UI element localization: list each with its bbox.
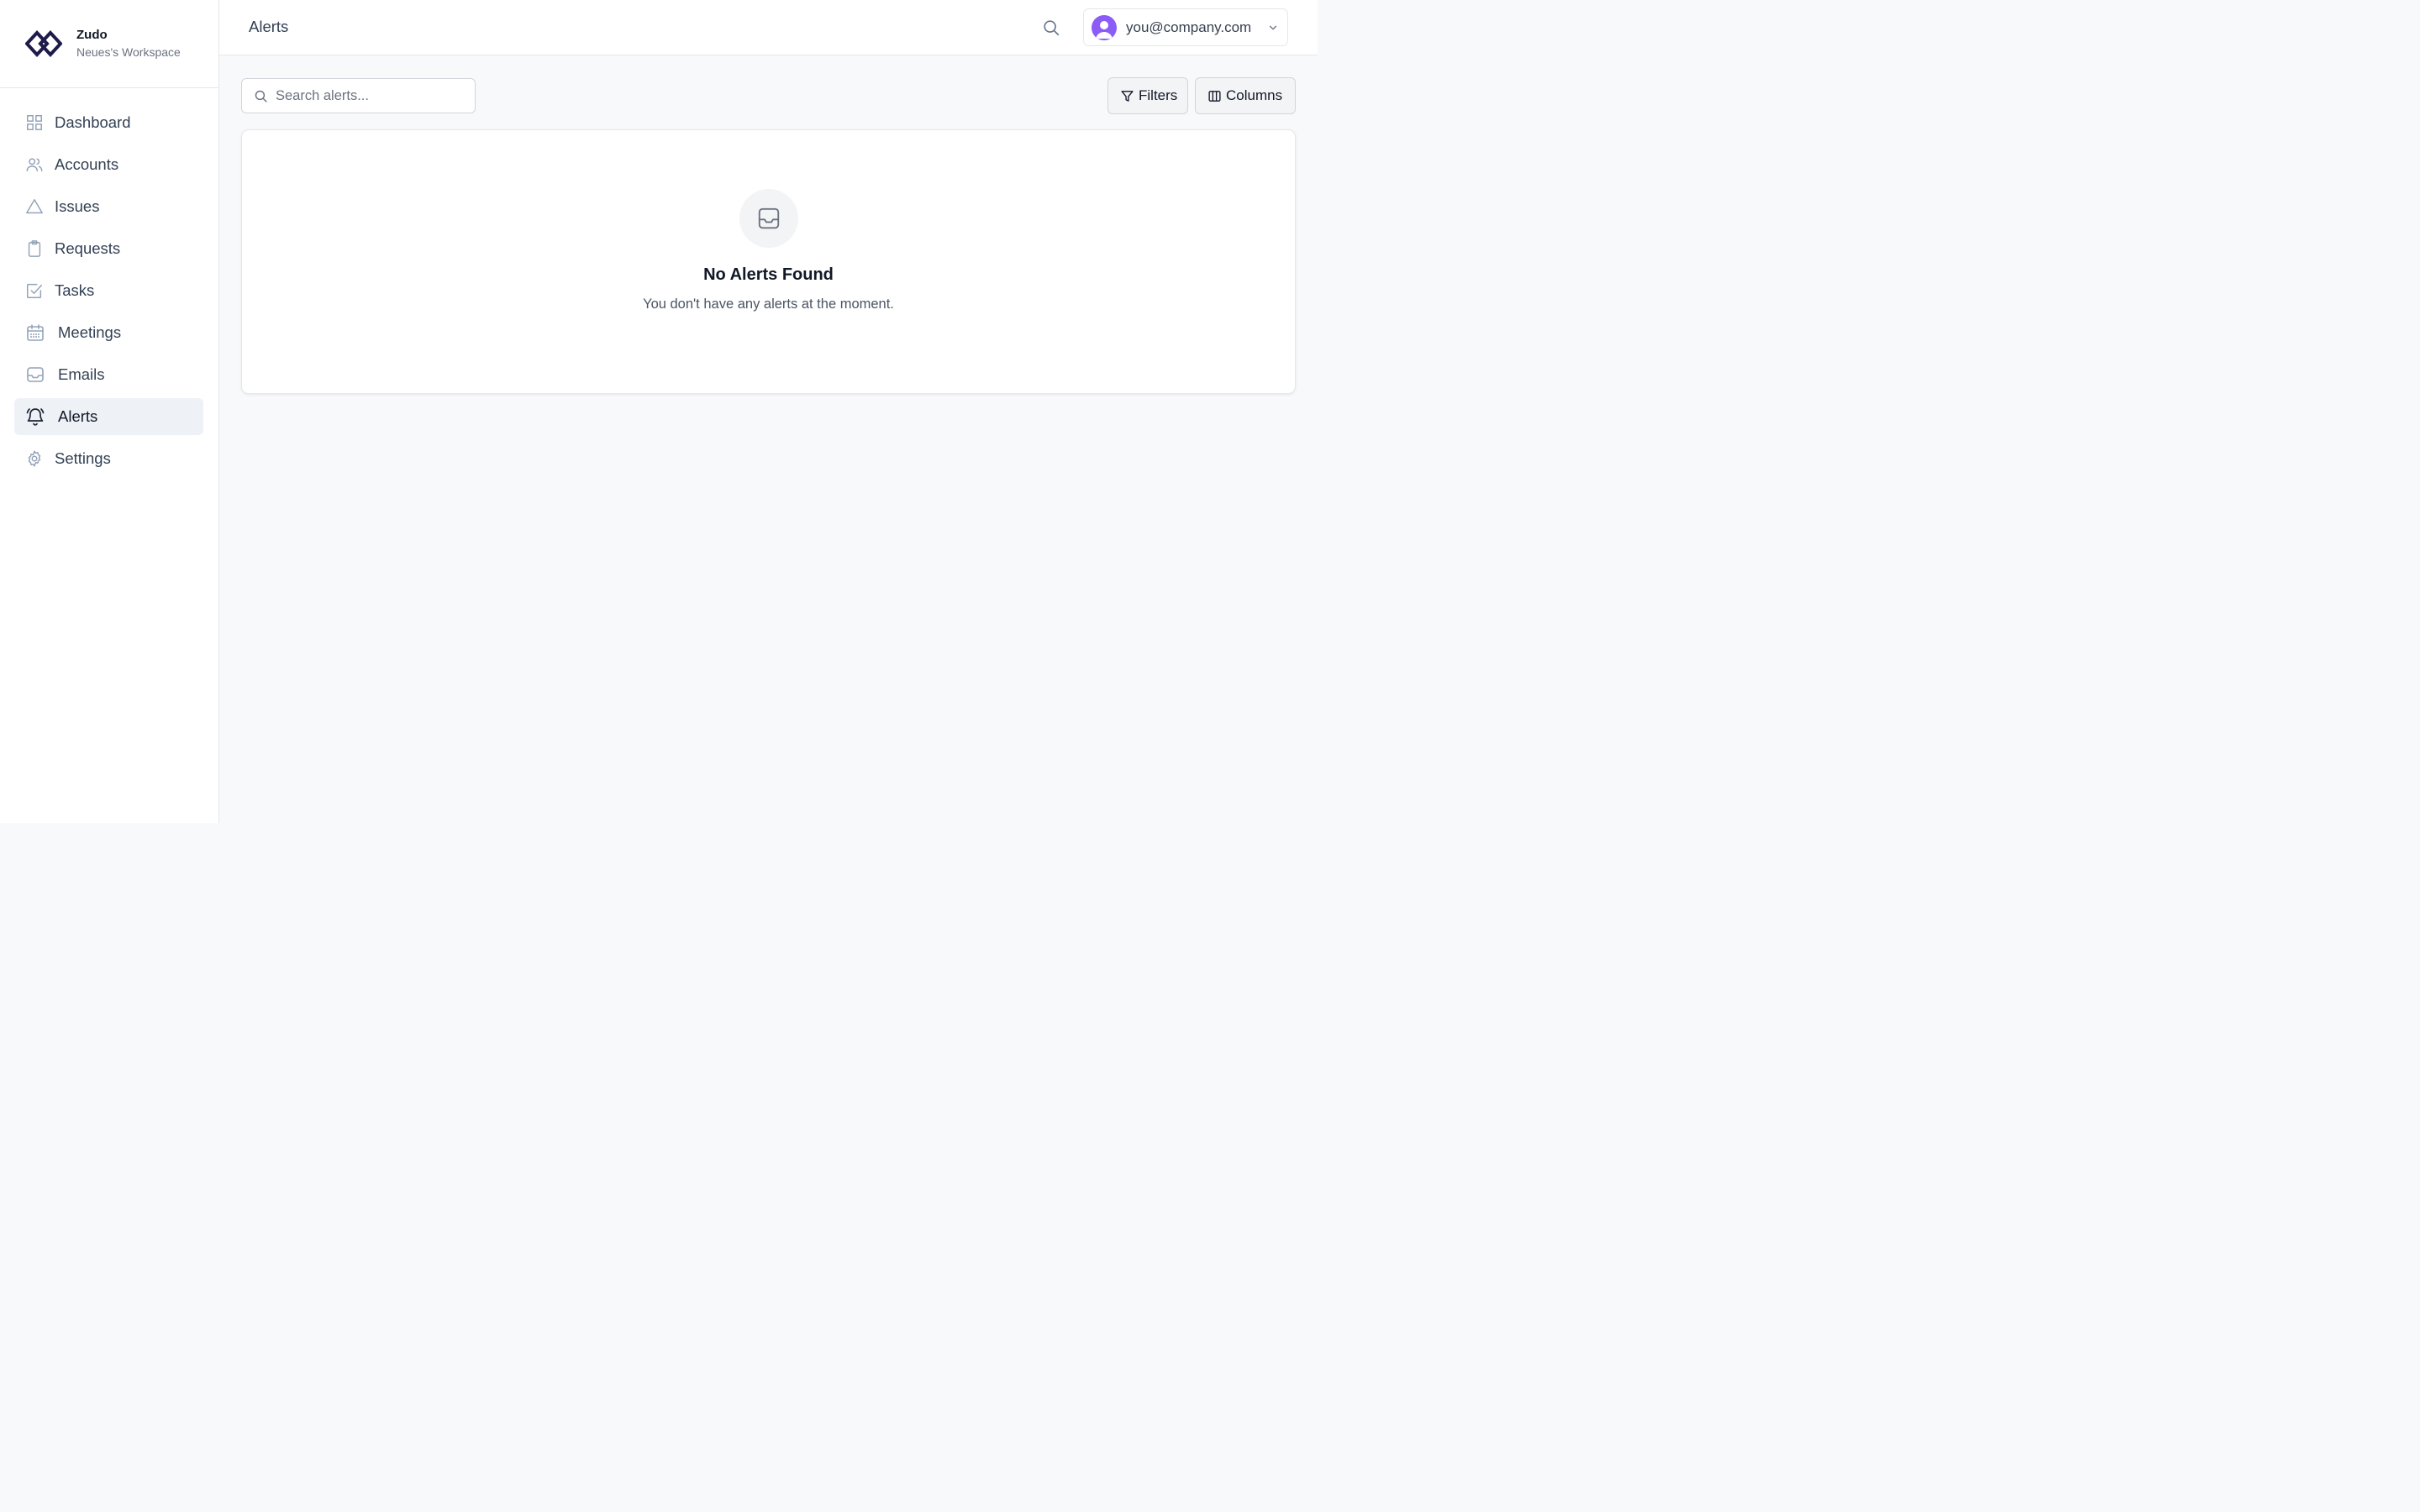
clipboard-icon bbox=[28, 240, 41, 257]
empty-state-icon-wrapper bbox=[739, 189, 798, 248]
grid-icon bbox=[27, 115, 42, 130]
search-input[interactable] bbox=[276, 87, 460, 104]
workspace-name: Neues's Workspace bbox=[76, 45, 181, 59]
user-menu[interactable]: you@company.com bbox=[1083, 8, 1288, 46]
columns-icon bbox=[1208, 90, 1221, 102]
columns-button[interactable]: Columns bbox=[1195, 77, 1296, 114]
sidebar-item-label: Meetings bbox=[58, 323, 122, 341]
empty-state-message: You don't have any alerts at the moment. bbox=[643, 297, 894, 312]
sidebar-item-alerts[interactable]: Alerts bbox=[14, 398, 203, 435]
sidebar-item-tasks[interactable]: Tasks bbox=[14, 272, 203, 309]
sidebar: Zudo Neues's Workspace Dashboard Account… bbox=[0, 0, 219, 823]
users-icon bbox=[26, 158, 43, 172]
empty-state-title: No Alerts Found bbox=[703, 265, 834, 284]
brand-name: Zudo bbox=[76, 28, 108, 42]
sidebar-item-label: Tasks bbox=[55, 281, 95, 299]
alerts-empty-state: No Alerts Found You don't have any alert… bbox=[241, 129, 1296, 394]
sidebar-item-requests[interactable]: Requests bbox=[14, 230, 203, 267]
alerts-search[interactable] bbox=[241, 78, 476, 113]
inbox-icon bbox=[27, 367, 44, 382]
sidebar-item-emails[interactable]: Emails bbox=[14, 356, 203, 393]
brand[interactable]: Zudo Neues's Workspace bbox=[0, 0, 218, 88]
sidebar-item-meetings[interactable]: Meetings bbox=[14, 314, 203, 351]
calendar-icon bbox=[27, 324, 44, 341]
zudo-logo-icon bbox=[25, 30, 62, 57]
alert-triangle-icon bbox=[26, 199, 43, 214]
sidebar-nav: Dashboard Accounts Issues Requests Tasks… bbox=[0, 88, 218, 477]
sidebar-item-label: Requests bbox=[55, 239, 121, 257]
sidebar-item-accounts[interactable]: Accounts bbox=[14, 146, 203, 183]
filter-icon bbox=[1121, 90, 1134, 102]
sidebar-item-label: Settings bbox=[55, 449, 111, 467]
gear-icon bbox=[28, 450, 41, 467]
avatar bbox=[1092, 14, 1117, 40]
check-square-icon bbox=[27, 283, 42, 298]
chevron-down-icon bbox=[1269, 25, 1277, 30]
sidebar-item-label: Dashboard bbox=[55, 113, 131, 131]
sidebar-item-issues[interactable]: Issues bbox=[14, 188, 203, 225]
sidebar-item-label: Alerts bbox=[58, 407, 98, 425]
sidebar-item-label: Emails bbox=[58, 365, 105, 383]
search-icon bbox=[255, 90, 267, 102]
search-icon[interactable] bbox=[1042, 18, 1060, 37]
bell-icon bbox=[26, 408, 45, 426]
columns-label: Columns bbox=[1226, 87, 1283, 103]
sidebar-item-settings[interactable]: Settings bbox=[14, 440, 203, 477]
user-avatar-icon bbox=[1096, 20, 1113, 39]
sidebar-item-label: Issues bbox=[55, 197, 100, 215]
page-title: Alerts bbox=[249, 18, 289, 35]
top-bar: Alerts you@company.com bbox=[219, 0, 1318, 55]
filters-label: Filters bbox=[1139, 87, 1178, 103]
sidebar-item-label: Accounts bbox=[55, 155, 119, 173]
sidebar-item-dashboard[interactable]: Dashboard bbox=[14, 104, 203, 141]
inbox-icon bbox=[758, 207, 780, 229]
filters-button[interactable]: Filters bbox=[1107, 77, 1188, 114]
user-email: you@company.com bbox=[1126, 18, 1252, 35]
